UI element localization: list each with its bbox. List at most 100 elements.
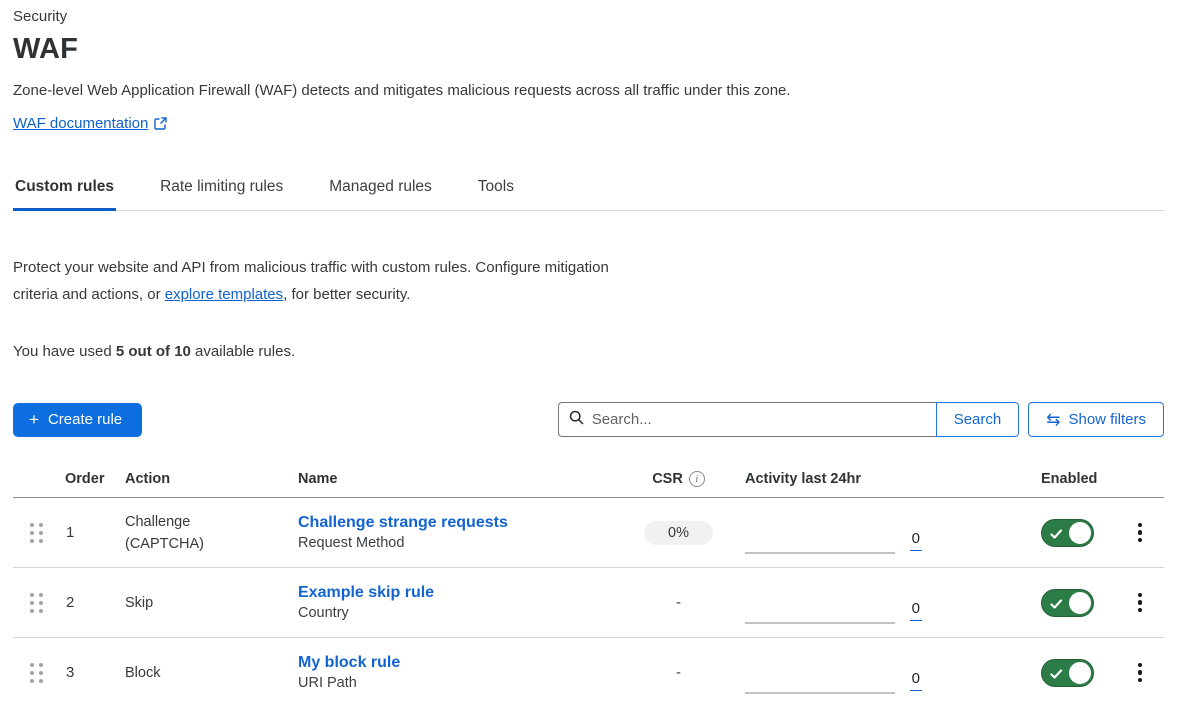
activity-count-link[interactable]: 0 xyxy=(910,670,922,691)
header-activity: Activity last 24hr xyxy=(726,463,936,497)
activity-cell: 0 xyxy=(726,638,936,707)
intro-line2-after: , for better security. xyxy=(283,286,410,303)
drag-handle-icon[interactable] xyxy=(30,663,43,683)
header-csr: CSR i xyxy=(631,463,726,497)
rule-name-link[interactable]: Example skip rule xyxy=(298,584,631,602)
header-drag-spacer xyxy=(13,471,53,489)
drag-handle-icon[interactable] xyxy=(30,523,43,543)
row-menu-kebab-icon[interactable] xyxy=(1132,519,1149,547)
kebab-cell xyxy=(1116,519,1164,547)
usage-count: 5 out of 10 xyxy=(116,343,191,360)
info-icon[interactable]: i xyxy=(689,471,705,487)
tab-tools[interactable]: Tools xyxy=(476,168,516,210)
csr-badge: 0% xyxy=(644,521,713,545)
tab-rate-limiting-rules[interactable]: Rate limiting rules xyxy=(158,168,285,210)
breadcrumb: Security xyxy=(13,8,1164,25)
toggle-knob xyxy=(1068,521,1092,545)
table-row: 1 Challenge (CAPTCHA) Challenge strange … xyxy=(13,498,1164,568)
show-filters-label: Show filters xyxy=(1068,411,1146,428)
page-description: Zone-level Web Application Firewall (WAF… xyxy=(13,82,1164,99)
usage-prefix: You have used xyxy=(13,343,116,360)
swap-arrows-icon: ⇆ xyxy=(1046,411,1060,428)
rule-name-cell: My block rule URI Path xyxy=(286,654,631,691)
show-filters-button[interactable]: ⇆ Show filters xyxy=(1028,402,1164,437)
row-menu-kebab-icon[interactable] xyxy=(1132,659,1149,687)
drag-handle-icon[interactable] xyxy=(30,593,43,613)
waf-documentation-link[interactable]: WAF documentation xyxy=(13,115,167,132)
header-name: Name xyxy=(286,463,631,497)
rule-name-cell: Challenge strange requests Request Metho… xyxy=(286,514,631,551)
external-link-icon xyxy=(154,117,167,130)
search-icon xyxy=(569,410,584,429)
custom-rules-table: Order Action Name CSR i Activity last 24… xyxy=(13,463,1164,707)
header-action: Action xyxy=(113,463,286,497)
header-menu-spacer xyxy=(1116,471,1164,489)
activity-cell: 0 xyxy=(726,568,936,637)
rule-order: 1 xyxy=(53,524,113,541)
checkmark-icon xyxy=(1050,527,1063,544)
csr-cell: 0% xyxy=(631,521,726,545)
checkmark-icon xyxy=(1050,597,1063,614)
enabled-cell xyxy=(1041,589,1116,617)
intro-text: Protect your website and API from malici… xyxy=(13,254,753,308)
csr-cell: - xyxy=(631,664,726,681)
usage-suffix: available rules. xyxy=(191,343,295,360)
waf-page: Security WAF Zone-level Web Application … xyxy=(0,0,1177,707)
toggle-knob xyxy=(1068,661,1092,685)
tab-bar: Custom rules Rate limiting rules Managed… xyxy=(13,168,1164,211)
table-row: 2 Skip Example skip rule Country - 0 xyxy=(13,568,1164,638)
search-input[interactable] xyxy=(592,411,926,428)
tab-custom-rules[interactable]: Custom rules xyxy=(13,168,116,210)
csr-cell: - xyxy=(631,594,726,611)
rule-action: Challenge (CAPTCHA) xyxy=(113,511,286,555)
rule-name-cell: Example skip rule Country xyxy=(286,584,631,621)
table-row: 3 Block My block rule URI Path - 0 xyxy=(13,638,1164,707)
search-button-label: Search xyxy=(954,411,1002,428)
rule-name-link[interactable]: My block rule xyxy=(298,654,631,672)
plus-icon: + xyxy=(29,411,39,428)
enabled-toggle[interactable] xyxy=(1041,589,1094,617)
rule-action: Skip xyxy=(113,592,286,614)
rule-field: Country xyxy=(298,605,631,621)
rule-action: Block xyxy=(113,662,286,684)
activity-sparkline xyxy=(745,664,895,694)
header-csr-label: CSR xyxy=(652,471,683,487)
checkmark-icon xyxy=(1050,667,1063,684)
create-rule-label: Create rule xyxy=(48,411,122,428)
enabled-cell xyxy=(1041,519,1116,547)
activity-cell: 0 xyxy=(726,498,936,567)
page-title: WAF xyxy=(13,33,1164,66)
row-menu-kebab-icon[interactable] xyxy=(1132,589,1149,617)
search-button[interactable]: Search xyxy=(936,402,1020,437)
rule-order: 3 xyxy=(53,664,113,681)
tab-managed-rules[interactable]: Managed rules xyxy=(327,168,434,210)
rule-name-link[interactable]: Challenge strange requests xyxy=(298,514,631,532)
activity-sparkline xyxy=(745,594,895,624)
header-order: Order xyxy=(53,463,113,497)
explore-templates-link[interactable]: explore templates xyxy=(165,286,283,303)
enabled-cell xyxy=(1041,659,1116,687)
activity-count-link[interactable]: 0 xyxy=(910,600,922,621)
csr-value: - xyxy=(676,594,681,611)
table-header-row: Order Action Name CSR i Activity last 24… xyxy=(13,463,1164,498)
enabled-toggle[interactable] xyxy=(1041,659,1094,687)
toolbar: + Create rule Search ⇆ Show filters xyxy=(13,402,1164,437)
header-spacer xyxy=(936,471,1041,489)
activity-count-link[interactable]: 0 xyxy=(910,530,922,551)
search-box xyxy=(558,402,936,437)
intro-line1: Protect your website and API from malici… xyxy=(13,259,609,276)
kebab-cell xyxy=(1116,589,1164,617)
csr-value: - xyxy=(676,664,681,681)
usage-text: You have used 5 out of 10 available rule… xyxy=(13,343,1164,360)
intro-line2-before: criteria and actions, or xyxy=(13,286,165,303)
rule-field: Request Method xyxy=(298,535,631,551)
activity-sparkline xyxy=(745,524,895,554)
create-rule-button[interactable]: + Create rule xyxy=(13,403,142,437)
waf-documentation-label: WAF documentation xyxy=(13,115,148,132)
enabled-toggle[interactable] xyxy=(1041,519,1094,547)
toggle-knob xyxy=(1068,591,1092,615)
kebab-cell xyxy=(1116,659,1164,687)
rule-order: 2 xyxy=(53,594,113,611)
header-enabled: Enabled xyxy=(1041,463,1116,497)
rule-field: URI Path xyxy=(298,675,631,691)
